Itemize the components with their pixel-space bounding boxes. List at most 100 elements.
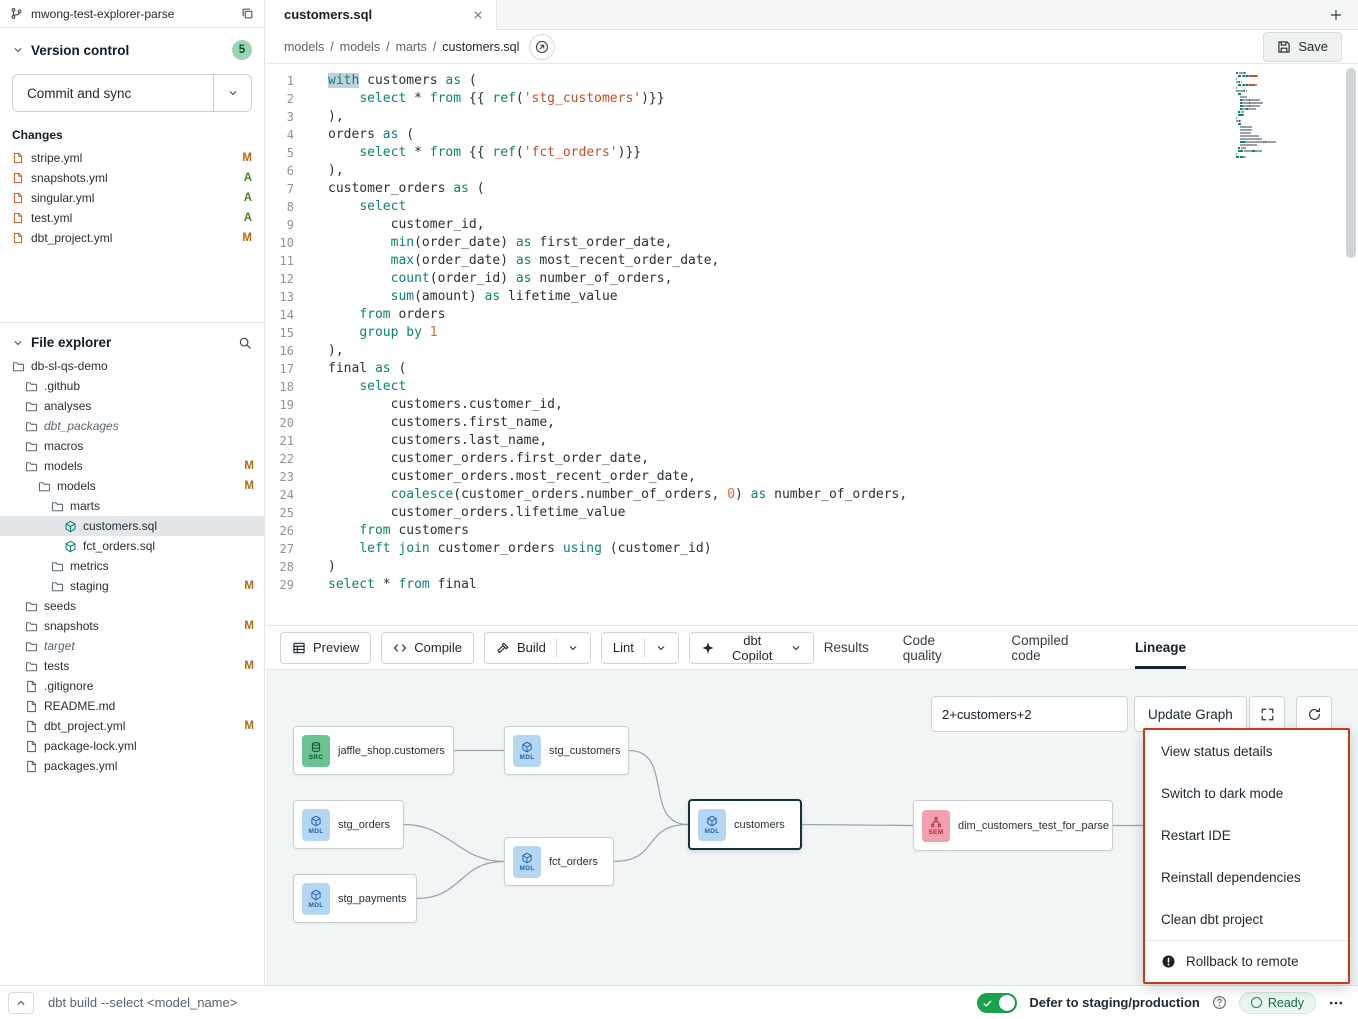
tree-item-packages-yml[interactable]: packages.yml — [0, 756, 264, 776]
lineage-node-dim-customers-test-for-parse[interactable]: SEMdim_customers_test_for_parse — [913, 800, 1113, 851]
tree-item-macros[interactable]: macros — [0, 436, 264, 456]
lint-button[interactable]: Lint — [601, 632, 679, 664]
tree-item-metrics[interactable]: metrics — [0, 556, 264, 576]
code-line-12: 12 count(order_id) as number_of_orders, — [266, 270, 1358, 288]
chevron-down-icon — [567, 642, 579, 654]
update-graph-button[interactable]: Update Graph — [1134, 696, 1247, 732]
code-line-10: 10 min(order_date) as first_order_date, — [266, 234, 1358, 252]
breadcrumb-bar: models/models/marts/customers.sql Save — [266, 30, 1358, 64]
tree-item-fct-orders-sql[interactable]: fct_orders.sql — [0, 536, 264, 556]
scrollbar-thumb[interactable] — [1346, 68, 1356, 258]
tree-item-models[interactable]: modelsM — [0, 476, 264, 496]
tree-item-dbt-project-yml[interactable]: dbt_project.ymlM — [0, 716, 264, 736]
line-number: 13 — [266, 288, 302, 306]
version-control-header[interactable]: Version control 5 — [0, 28, 264, 66]
tab-compiled-code[interactable]: Compiled code — [1011, 626, 1101, 669]
compile-button[interactable]: Compile — [381, 632, 474, 664]
tree-item-readme-md[interactable]: README.md — [0, 696, 264, 716]
tree-item-gitignore[interactable]: .gitignore — [0, 676, 264, 696]
code-line-4: 4orders as ( — [266, 126, 1358, 144]
build-button[interactable]: Build — [484, 632, 591, 664]
menu-item-rollback-to-remote[interactable]: Rollback to remote — [1145, 940, 1348, 982]
lineage-node-customers[interactable]: MDLcustomers — [688, 799, 802, 850]
breadcrumb-item[interactable]: customers.sql — [442, 40, 519, 54]
command-input[interactable]: dbt build --select <model_name> — [48, 995, 237, 1010]
code-line-18: 18 select — [266, 378, 1358, 396]
commit-dropdown-toggle[interactable] — [213, 75, 251, 111]
menu-item-switch-to-dark-mode[interactable]: Switch to dark mode — [1145, 772, 1348, 814]
node-kind-label: MDL — [309, 828, 324, 835]
menu-item-reinstall-dependencies[interactable]: Reinstall dependencies — [1145, 856, 1348, 898]
search-icon[interactable] — [238, 336, 252, 350]
defer-toggle[interactable] — [977, 993, 1017, 1013]
lineage-node-stg-payments[interactable]: MDLstg_payments — [293, 874, 417, 923]
menu-item-restart-ide[interactable]: Restart IDE — [1145, 814, 1348, 856]
new-tab-button[interactable] — [1314, 0, 1358, 29]
tree-item-package-lock-yml[interactable]: package-lock.yml — [0, 736, 264, 756]
menu-item-label: View status details — [1161, 744, 1273, 759]
lineage-node-stg-customers[interactable]: MDLstg_customers — [504, 726, 629, 775]
change-item-snapshots-yml[interactable]: snapshots.ymlA — [0, 168, 264, 188]
tree-item-customers-sql[interactable]: customers.sql — [0, 516, 264, 536]
open-link-button[interactable] — [529, 34, 555, 60]
tab-results[interactable]: Results — [824, 626, 869, 669]
lineage-node-jaffle-shop-customers[interactable]: SRCjaffle_shop.customers — [293, 726, 454, 775]
lineage-node-stg-orders[interactable]: MDLstg_orders — [293, 800, 404, 849]
chevron-down-icon — [12, 44, 24, 56]
close-icon[interactable] — [472, 9, 484, 21]
tree-item-label: staging — [70, 579, 109, 593]
change-item-stripe-yml[interactable]: stripe.ymlM — [0, 148, 264, 168]
editor-minimap[interactable] — [1236, 72, 1290, 158]
tree-item-analyses[interactable]: analyses — [0, 396, 264, 416]
tree-item-target[interactable]: target — [0, 636, 264, 656]
tree-item-marts[interactable]: marts — [0, 496, 264, 516]
code-line-26: 26 from customers — [266, 522, 1358, 540]
more-options-button[interactable] — [1328, 995, 1344, 1011]
tree-item-seeds[interactable]: seeds — [0, 596, 264, 616]
code-line-8: 8 select — [266, 198, 1358, 216]
refresh-graph-button[interactable] — [1296, 696, 1332, 732]
save-label: Save — [1298, 39, 1328, 54]
tree-item-dbt-packages[interactable]: dbt_packages — [0, 416, 264, 436]
tab-code-quality[interactable]: Code quality — [903, 626, 978, 669]
save-button[interactable]: Save — [1263, 32, 1342, 62]
copy-icon[interactable] — [241, 7, 254, 20]
change-item-test-yml[interactable]: test.ymlA — [0, 208, 264, 228]
breadcrumb-item[interactable]: marts — [396, 40, 427, 54]
tree-item-staging[interactable]: stagingM — [0, 576, 264, 596]
line-number: 9 — [266, 216, 302, 234]
menu-item-clean-dbt-project[interactable]: Clean dbt project — [1145, 898, 1348, 940]
commit-and-sync-button[interactable]: Commit and sync — [12, 74, 252, 112]
tab-customers-sql[interactable]: customers.sql — [266, 0, 497, 30]
menu-item-view-status-details[interactable]: View status details — [1145, 730, 1348, 772]
tree-item-snapshots[interactable]: snapshotsM — [0, 616, 264, 636]
fullscreen-button[interactable] — [1249, 696, 1285, 732]
tree-item-models[interactable]: modelsM — [0, 456, 264, 476]
editor-scrollbar[interactable] — [1346, 68, 1356, 621]
lineage-search-input[interactable] — [931, 696, 1128, 732]
file-explorer-title: File explorer — [31, 335, 111, 350]
tree-item-tests[interactable]: testsM — [0, 656, 264, 676]
tree-item-github[interactable]: .github — [0, 376, 264, 396]
command-bar-expand-button[interactable] — [8, 992, 34, 1014]
tree-item-label: README.md — [44, 699, 115, 713]
result-tabs: Results Code quality Compiled code Lineage — [824, 626, 1186, 669]
change-item-singular-yml[interactable]: singular.ymlA — [0, 188, 264, 208]
change-item-dbt-project-yml[interactable]: dbt_project.ymlM — [0, 228, 264, 248]
preview-button[interactable]: Preview — [280, 632, 371, 664]
line-number: 3 — [266, 108, 302, 126]
lineage-node-fct-orders[interactable]: MDLfct_orders — [504, 837, 614, 886]
code-editor[interactable]: 1with customers as (2 select * from {{ r… — [266, 64, 1358, 625]
tree-item-label: macros — [44, 439, 83, 453]
ide-options-menu: View status detailsSwitch to dark modeRe… — [1143, 728, 1350, 984]
breadcrumb-separator: / — [386, 40, 389, 54]
tree-item-db-sl-qs-demo[interactable]: db-sl-qs-demo — [0, 356, 264, 376]
breadcrumb: models/models/marts/customers.sql — [284, 40, 519, 54]
dbt-copilot-button[interactable]: dbt Copilot — [689, 632, 814, 664]
tab-lineage[interactable]: Lineage — [1135, 626, 1186, 669]
breadcrumb-item[interactable]: models — [284, 40, 324, 54]
code-line-16: 16), — [266, 342, 1358, 360]
file-explorer-header[interactable]: File explorer — [0, 323, 264, 356]
breadcrumb-item[interactable]: models — [340, 40, 380, 54]
help-icon[interactable] — [1212, 995, 1227, 1010]
